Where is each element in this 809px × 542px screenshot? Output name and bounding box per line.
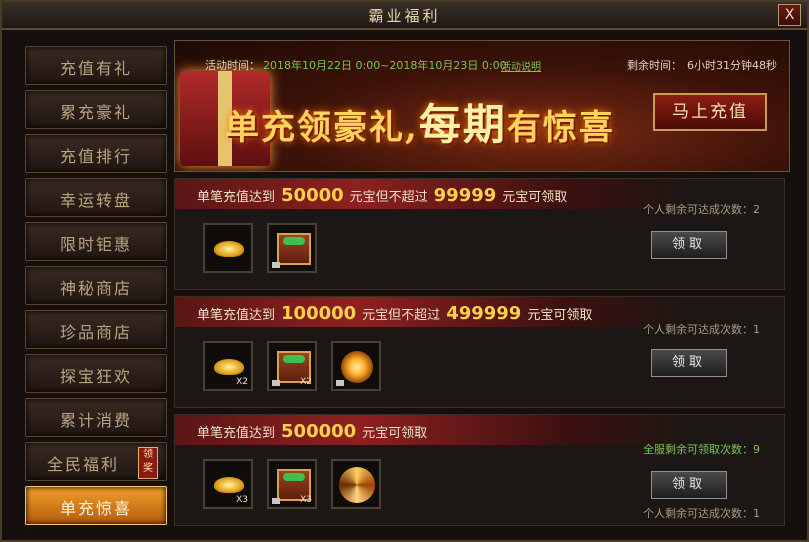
cond-prefix: 单笔充值达到 (197, 426, 276, 441)
sidebar-item-label: 探宝狂欢 (59, 367, 132, 386)
bound-lock-icon (336, 380, 344, 386)
bound-lock-icon (272, 380, 280, 386)
sidebar-item-treasure-shop[interactable]: 珍品商店 (25, 310, 167, 349)
sidebar-item-limited-offer[interactable]: 限时钜惠 (25, 222, 167, 261)
item-quantity: X3 (236, 495, 248, 505)
sidebar-item-cumulative-gift[interactable]: 累充豪礼 (25, 90, 167, 129)
reward-item[interactable]: X3 (203, 459, 253, 509)
claim-button[interactable]: 领取 (651, 231, 727, 259)
sidebar-item-label: 神秘商店 (59, 279, 132, 298)
reward-tier-2: 单笔充值达到 100000 元宝但不超过 499999 元宝可领取 个人剩余可达成次数：… (174, 296, 785, 408)
activity-time-label: 活动时间： (205, 59, 260, 72)
cond-suffix: 元宝可领取 (362, 426, 428, 441)
claim-badge: 领奖 (138, 447, 158, 479)
remaining-time-value: 6小时31分钟48秒 (687, 59, 777, 72)
reward-tier-3: 单笔充值达到 500000 元宝可领取 全服剩余可领取次数：9 个人剩余可达成次数：… (174, 414, 785, 526)
sidebar-item-label: 珍品商店 (59, 323, 132, 342)
recharge-now-button[interactable]: 马上充值 (653, 93, 767, 131)
sidebar-item-universal-welfare[interactable]: 全民福利 领奖 (25, 442, 167, 481)
remaining-time-label: 剩余时间： (627, 59, 682, 72)
gold-ingot-icon (214, 241, 244, 257)
item-quantity: X2 (300, 377, 312, 387)
tier-condition: 单笔充值达到 500000 元宝可领取 (197, 421, 427, 442)
bound-lock-icon (272, 498, 280, 504)
banner-slogan: 单充领豪礼,每期有惊喜 (225, 91, 615, 152)
personal-remaining-count: 个人剩余可达成次数：1 (643, 323, 760, 336)
treasure-chest-icon (277, 233, 311, 265)
sidebar-item-treasure-hunt[interactable]: 探宝狂欢 (25, 354, 167, 393)
close-button[interactable]: X (778, 4, 801, 26)
claim-button[interactable]: 领取 (651, 471, 727, 499)
cond-prefix: 单笔充值达到 (197, 190, 276, 205)
cond-prefix: 单笔充值达到 (197, 308, 276, 323)
reward-item[interactable]: X2 (203, 341, 253, 391)
sidebar-item-label: 充值有礼 (59, 59, 132, 78)
sidebar-item-recharge-ranking[interactable]: 充值排行 (25, 134, 167, 173)
personal-remaining-count: 个人剩余可达成次数：1 (643, 507, 760, 520)
sidebar-item-single-recharge[interactable]: 单充惊喜 (25, 486, 167, 525)
title-bar: 霸业福利 X (2, 2, 807, 30)
reward-item[interactable] (331, 459, 381, 509)
sidebar-item-label: 单充惊喜 (59, 499, 132, 518)
min-amount: 50000 (281, 185, 344, 206)
activity-time-value: 2018年10月22日 0:00~2018年10月23日 0:00 (263, 59, 507, 72)
claim-button[interactable]: 领取 (651, 349, 727, 377)
activity-info-link[interactable]: 活动说明 (501, 58, 541, 73)
gold-ingot-icon (214, 477, 244, 493)
reward-tier-1: 单笔充值达到 50000 元宝但不超过 99999 元宝可领取 个人剩余可达成次数：2 … (174, 178, 785, 290)
cond-suffix: 元宝可领取 (502, 190, 568, 205)
swirl-orb-icon (339, 467, 375, 503)
cond-suffix: 元宝可领取 (527, 308, 593, 323)
welfare-window: 霸业福利 X 充值有礼 累充豪礼 充值排行 幸运转盘 限时钜惠 神秘商店 珍品商… (0, 0, 809, 542)
reward-item[interactable] (203, 223, 253, 273)
reward-item[interactable]: X3 (267, 459, 317, 509)
sidebar-item-label: 充值排行 (59, 147, 132, 166)
sidebar: 充值有礼 累充豪礼 充值排行 幸运转盘 限时钜惠 神秘商店 珍品商店 探宝狂欢 … (17, 42, 167, 532)
max-amount: 99999 (433, 185, 497, 206)
sidebar-item-label: 累充豪礼 (59, 103, 132, 122)
personal-remaining-count: 个人剩余可达成次数：2 (643, 203, 760, 216)
event-banner: 活动时间： 2018年10月22日 0:00~2018年10月23日 0:00 … (174, 40, 790, 172)
slogan-emphasis: 每期 (418, 100, 507, 149)
gold-ingot-icon (214, 359, 244, 375)
min-amount: 500000 (281, 421, 357, 442)
cond-mid: 元宝但不超过 (362, 308, 441, 323)
item-quantity: X2 (236, 377, 248, 387)
sidebar-item-lucky-wheel[interactable]: 幸运转盘 (25, 178, 167, 217)
slogan-right: 有惊喜 (506, 108, 615, 148)
min-amount: 100000 (281, 303, 357, 324)
reward-item[interactable]: X2 (267, 341, 317, 391)
window-title: 霸业福利 (368, 7, 441, 25)
tier-condition: 单笔充值达到 100000 元宝但不超过 499999 元宝可领取 (197, 303, 592, 324)
sidebar-item-label: 幸运转盘 (59, 191, 132, 210)
item-quantity: X3 (300, 495, 312, 505)
cond-mid: 元宝但不超过 (349, 190, 428, 205)
reward-item[interactable] (267, 223, 317, 273)
slogan-left: 单充领豪礼, (225, 108, 419, 148)
server-remaining-count: 全服剩余可领取次数：9 (643, 443, 760, 456)
sidebar-item-label: 全民福利 (46, 455, 119, 474)
tier-condition: 单笔充值达到 50000 元宝但不超过 99999 元宝可领取 (197, 185, 567, 206)
sidebar-item-label: 累计消费 (59, 411, 132, 430)
bound-lock-icon (272, 262, 280, 268)
sidebar-item-recharge-gift[interactable]: 充值有礼 (25, 46, 167, 85)
reward-item[interactable] (331, 341, 381, 391)
sidebar-item-label: 限时钜惠 (59, 235, 132, 254)
max-amount: 499999 (446, 303, 522, 324)
sidebar-item-mystery-shop[interactable]: 神秘商店 (25, 266, 167, 305)
golden-orb-icon (341, 351, 373, 383)
sidebar-item-cumulative-spend[interactable]: 累计消费 (25, 398, 167, 437)
